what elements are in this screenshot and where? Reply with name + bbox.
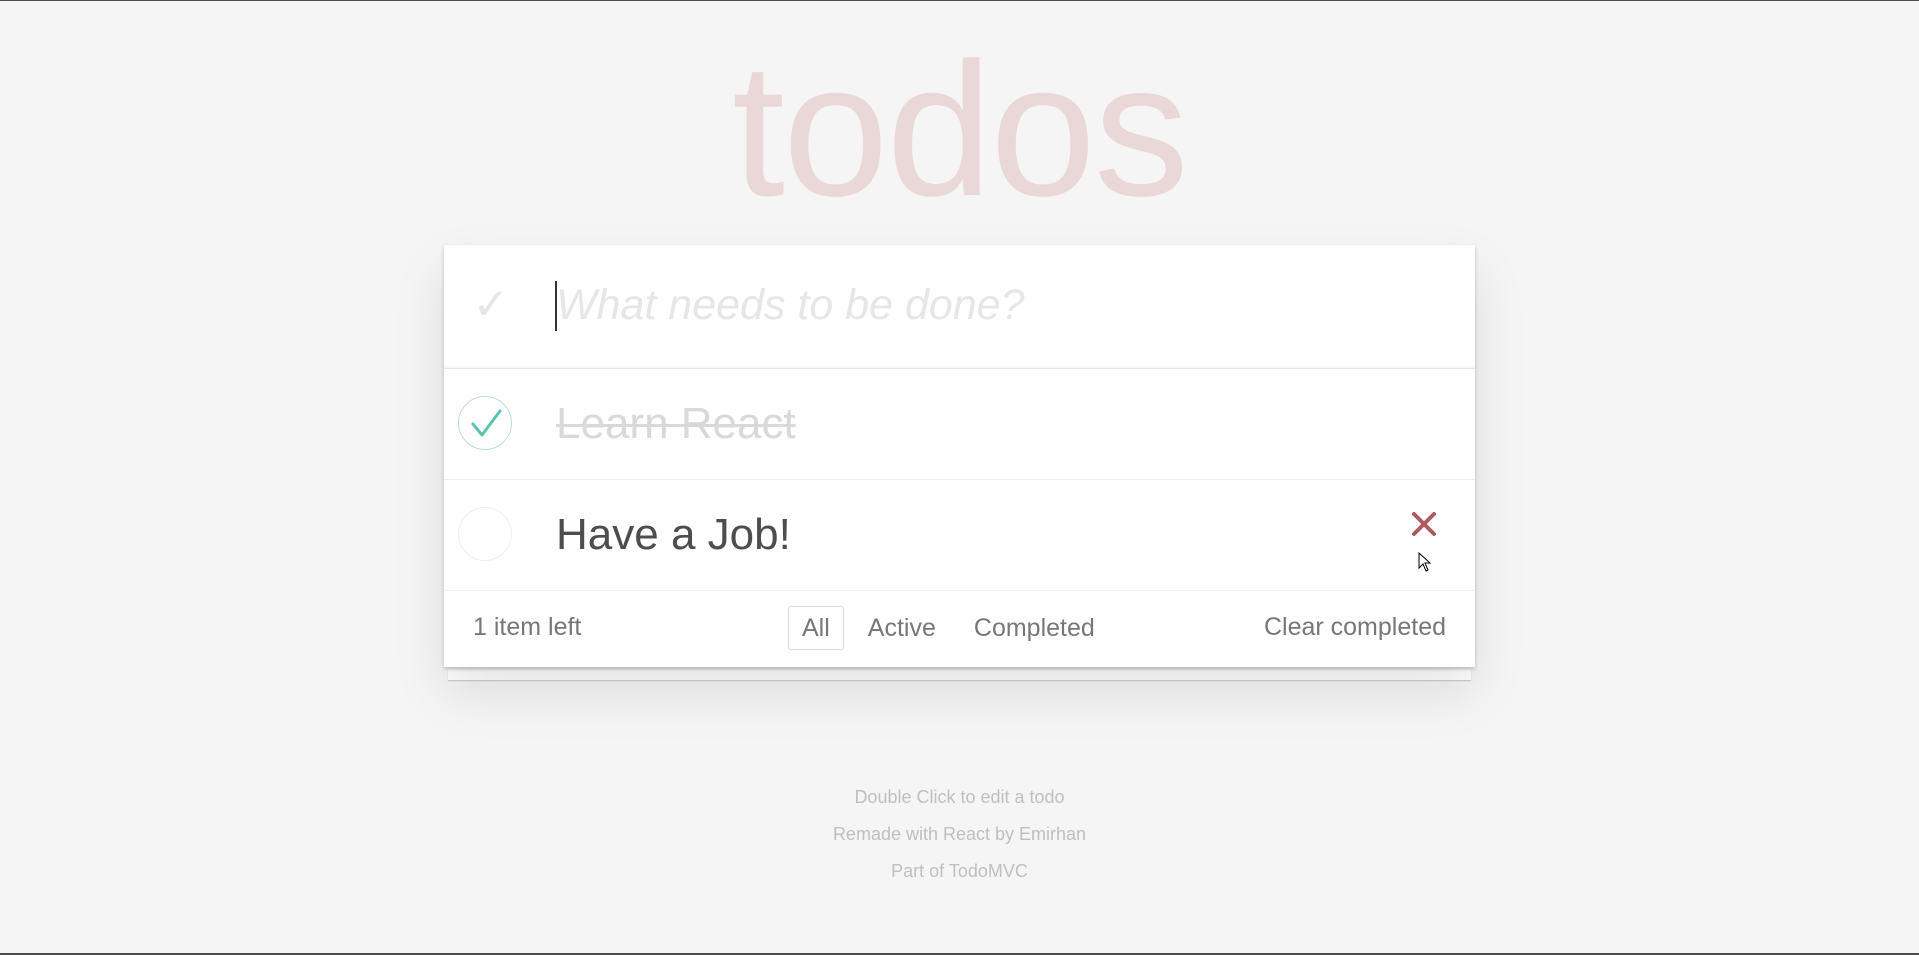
filter-tabs: All Active Completed — [788, 606, 1109, 650]
app-title: todos — [732, 24, 1189, 236]
todo-item-learn-react[interactable]: Learn React — [444, 369, 1475, 480]
todo-complete-toggle[interactable] — [458, 507, 512, 561]
info-footer: Double Click to edit a todo Remade with … — [0, 787, 1919, 898]
info-todomvc: Part of TodoMVC — [891, 861, 1028, 881]
new-todo-header: ✓ — [444, 245, 1475, 369]
filter-completed[interactable]: Completed — [960, 606, 1109, 650]
todo-footer: 1 item left All Active Completed Clear c… — [444, 591, 1475, 667]
checkmark-icon — [471, 409, 502, 437]
filter-active[interactable]: Active — [854, 606, 950, 650]
todo-item-have-a-job[interactable]: Have a Job! — [444, 480, 1475, 591]
info-edit-hint: Double Click to edit a todo — [854, 787, 1065, 807]
close-icon — [1412, 512, 1436, 536]
todo-label[interactable]: Have a Job! — [556, 508, 791, 562]
clear-completed-button[interactable]: Clear completed — [1264, 613, 1446, 642]
filter-all[interactable]: All — [788, 606, 844, 650]
delete-todo-button[interactable] — [1404, 504, 1444, 544]
toggle-all-checkmark-icon[interactable]: ✓ — [466, 275, 516, 335]
todo-label[interactable]: Learn React — [556, 397, 796, 451]
text-caret — [555, 281, 557, 331]
info-credit: Remade with React by Emirhan — [832, 824, 1087, 844]
todo-list: Learn React Have a Job! — [444, 369, 1475, 591]
card-stack-shadow-1 — [448, 670, 1471, 680]
items-left-count: 1 item left — [473, 613, 582, 641]
todo-complete-toggle[interactable] — [458, 396, 512, 450]
todo-app: ✓ Learn React Have a Job! 1 item lef — [444, 245, 1475, 667]
new-todo-input[interactable] — [554, 275, 1436, 335]
window-top-border — [0, 0, 1919, 1]
mouse-pointer-icon — [1418, 551, 1432, 577]
